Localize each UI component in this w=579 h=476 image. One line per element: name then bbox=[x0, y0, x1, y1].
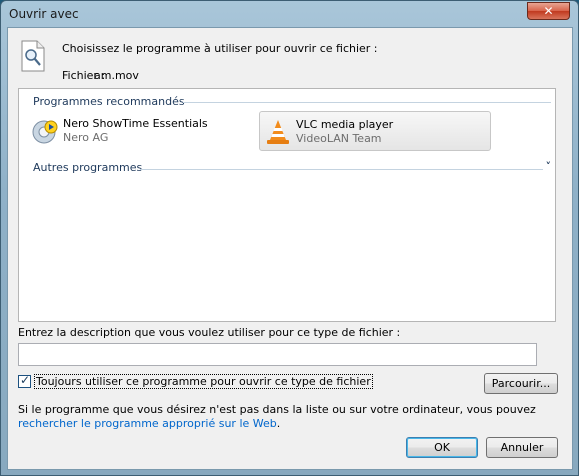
vlc-cone-icon bbox=[267, 120, 289, 144]
prompt-text: Choisissez le programme à utiliser pour … bbox=[62, 42, 378, 55]
info-text: Si le programme que vous désirez n'est p… bbox=[18, 403, 548, 431]
info-text-body: Si le programme que vous désirez n'est p… bbox=[18, 403, 536, 416]
ok-button[interactable]: OK bbox=[406, 437, 478, 458]
description-input[interactable] bbox=[18, 343, 537, 366]
program-item-vlc[interactable]: VLC media player VideoLAN Team bbox=[259, 111, 491, 151]
chevron-down-icon[interactable]: ˅ bbox=[546, 160, 552, 173]
file-name: am.mov bbox=[94, 69, 139, 82]
program-name: Nero ShowTime Essentials bbox=[63, 117, 208, 130]
group-recommended-heading: Programmes recommandés bbox=[33, 95, 185, 108]
info-text-end: . bbox=[276, 417, 281, 430]
search-web-link[interactable]: rechercher le programme approprié sur le… bbox=[18, 417, 277, 430]
description-label: Entrez la description que vous voulez ut… bbox=[18, 326, 401, 339]
title-bar[interactable]: Ouvrir avec ✕ bbox=[1, 1, 578, 27]
group-divider bbox=[183, 102, 551, 103]
dialog-body: Choisissez le programme à utiliser pour … bbox=[7, 27, 573, 470]
window-title: Ouvrir avec bbox=[9, 7, 79, 21]
cancel-button[interactable]: Annuler bbox=[486, 437, 558, 458]
browse-button[interactable]: Parcourir... bbox=[484, 373, 558, 394]
always-use-label[interactable]: Toujours utiliser ce programme pour ouvr… bbox=[34, 374, 373, 389]
nero-showtime-icon bbox=[32, 120, 58, 144]
group-other-heading[interactable]: Autres programmes bbox=[33, 161, 142, 174]
program-publisher: Nero AG bbox=[63, 131, 109, 144]
close-button[interactable]: ✕ bbox=[527, 2, 570, 20]
always-use-checkbox[interactable] bbox=[18, 373, 31, 388]
program-publisher: VideoLAN Team bbox=[296, 132, 382, 145]
program-item-nero[interactable]: Nero ShowTime Essentials Nero AG bbox=[27, 111, 247, 151]
group-divider bbox=[140, 169, 543, 170]
dialog-window: Ouvrir avec ✕ Choisissez le programme à … bbox=[0, 0, 579, 476]
program-name: VLC media player bbox=[296, 118, 394, 131]
file-search-icon bbox=[21, 40, 45, 72]
program-list[interactable]: Programmes recommandés Nero ShowTime Ess… bbox=[18, 88, 556, 322]
